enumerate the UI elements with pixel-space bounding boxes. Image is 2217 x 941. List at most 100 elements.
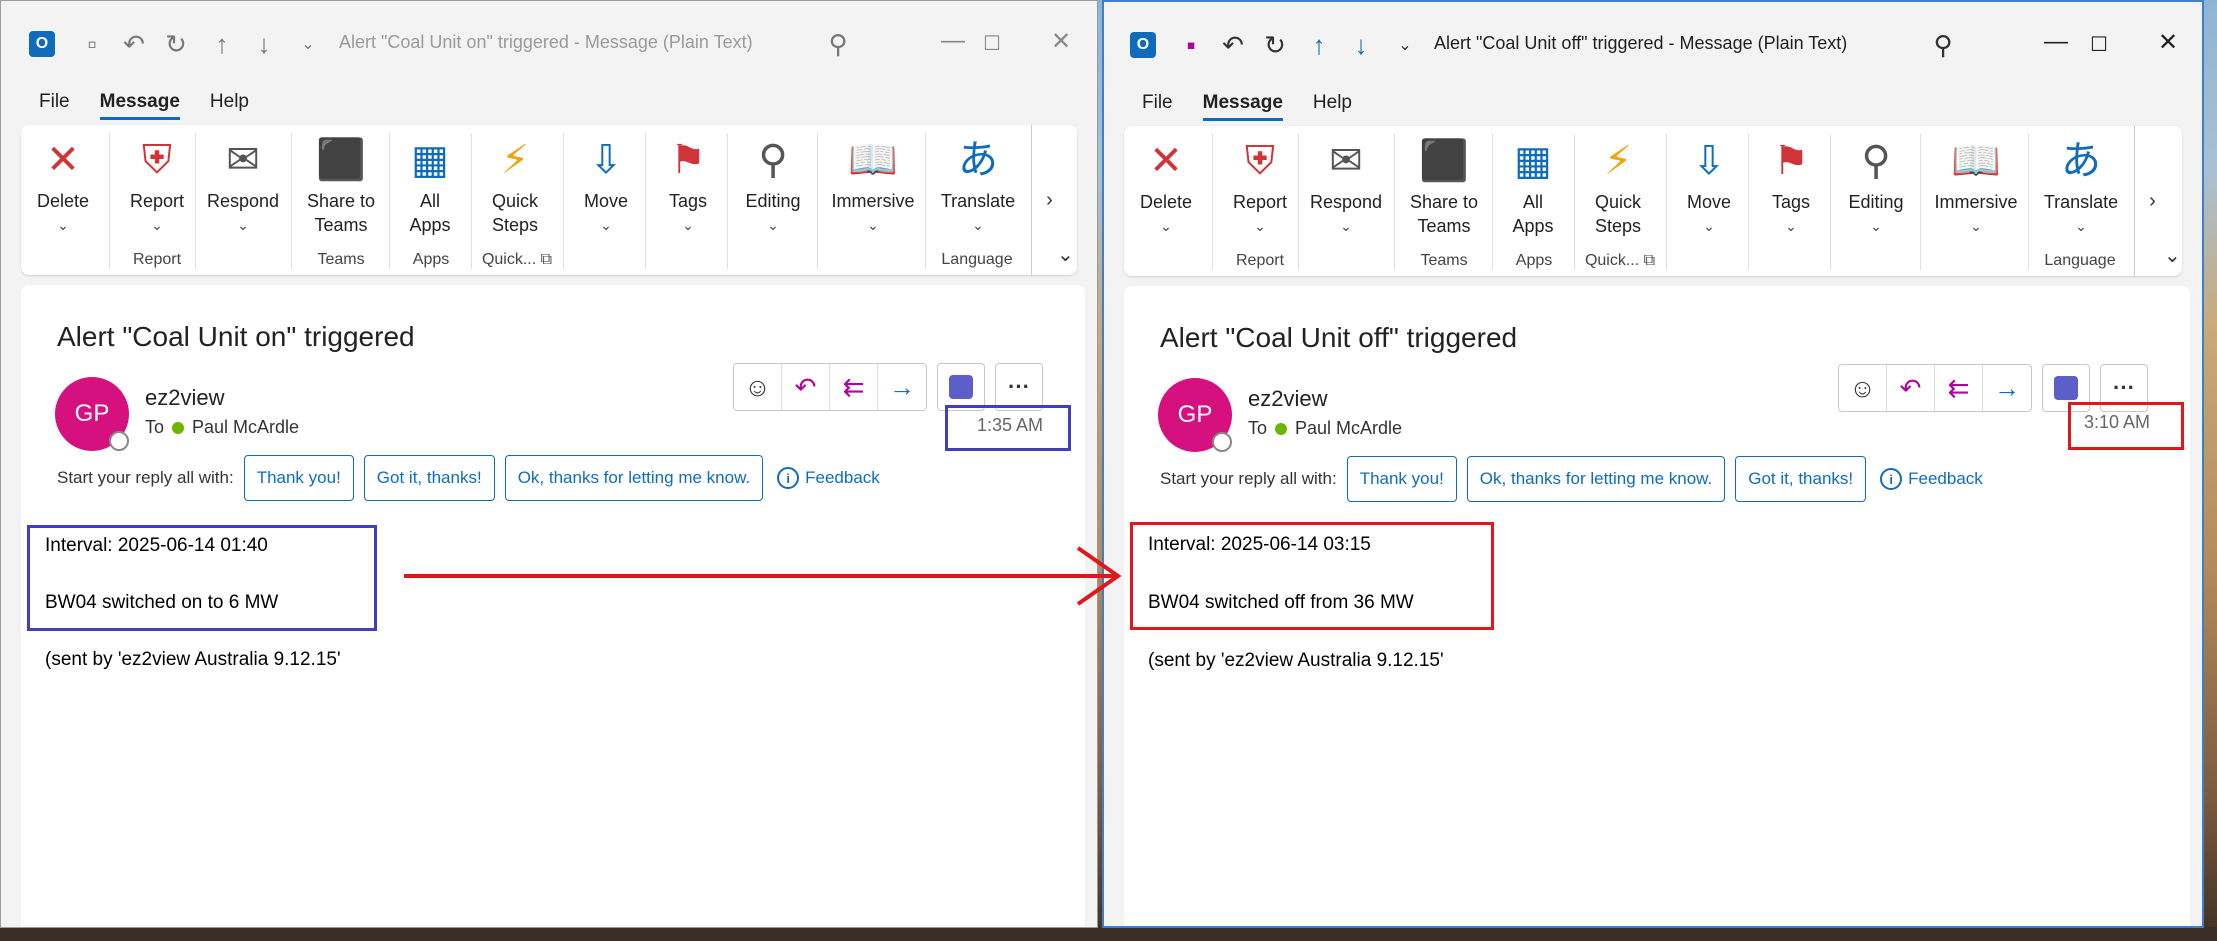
emoji-react-icon[interactable]: ☺ xyxy=(1839,365,1887,411)
translate-icon: あ xyxy=(2061,139,2101,183)
up-arrow-icon[interactable]: ↑ xyxy=(207,29,237,59)
all-apps-button[interactable]: ▦ All Apps xyxy=(1500,136,1566,238)
immersive-button[interactable]: 📖 Immersive ⌄ xyxy=(1928,136,2024,238)
delete-icon: ✕ xyxy=(1149,139,1183,183)
customize-toolbar-icon[interactable]: ⌄ xyxy=(293,29,323,59)
reply-all-icon[interactable]: ⇇ xyxy=(830,364,878,410)
translate-button[interactable]: あ Translate ⌄ xyxy=(2036,136,2126,238)
undo-icon[interactable]: ↶ xyxy=(1218,30,1248,60)
immersive-label: Immersive xyxy=(1934,192,2018,212)
reply-chip[interactable]: Thank you! xyxy=(1346,456,1457,502)
recipient-name[interactable]: Paul McArdle xyxy=(192,417,299,438)
sender-name[interactable]: ez2view xyxy=(145,385,224,411)
reply-chip[interactable]: Got it, thanks! xyxy=(1735,456,1867,502)
recipient-line: To Paul McArdle xyxy=(1248,418,1402,439)
up-arrow-icon[interactable]: ↑ xyxy=(1304,30,1334,60)
reply-all-icon[interactable]: ⇇ xyxy=(1935,365,1983,411)
more-options-icon[interactable]: ··· xyxy=(995,363,1043,411)
flag-icon: ⚑ xyxy=(670,138,706,182)
save-icon[interactable]: ▫ xyxy=(77,29,107,59)
report-button[interactable]: ⛨ Report ⌄ xyxy=(117,135,197,237)
editing-button[interactable]: ⚲ Editing ⌄ xyxy=(735,135,811,237)
editing-label: Editing xyxy=(745,191,801,211)
reply-icon[interactable]: ↶ xyxy=(782,364,830,410)
forward-icon[interactable]: → xyxy=(1983,365,2031,411)
apps-grid-icon: ▦ xyxy=(1514,139,1552,183)
menu-help[interactable]: Help xyxy=(210,91,249,120)
menu-message[interactable]: Message xyxy=(99,91,180,120)
quick-label-line2: Steps xyxy=(1594,216,1642,236)
envelope-reply-icon: ✉ xyxy=(226,138,260,182)
search-icon[interactable]: ⚲ xyxy=(823,29,853,59)
reply-chip[interactable]: Ok, thanks for letting me know. xyxy=(504,455,764,501)
redo-icon[interactable]: ↻ xyxy=(1260,30,1290,60)
menu-message[interactable]: Message xyxy=(1202,92,1283,121)
move-button[interactable]: ⇩ Move ⌄ xyxy=(1674,136,1744,238)
body-sent-by: (sent by 'ez2view Australia 9.12.15' xyxy=(45,649,341,670)
menu-help[interactable]: Help xyxy=(1313,92,1352,121)
reply-chip[interactable]: Thank you! xyxy=(243,455,354,501)
group-quick-steps[interactable]: Quick... ⧉ xyxy=(1580,252,1660,270)
title-bar[interactable]: O ▫ ↶ ↻ ↑ ↓ ⌄ Alert "Coal Unit on" trigg… xyxy=(1,1,1097,89)
suggested-replies: Start your reply all with: Thank you! Ok… xyxy=(1160,456,1983,502)
tags-button[interactable]: ⚑ Tags ⌄ xyxy=(653,135,723,237)
outlook-message-window-left[interactable]: O ▫ ↶ ↻ ↑ ↓ ⌄ Alert "Coal Unit on" trigg… xyxy=(0,0,1098,928)
menu-file[interactable]: File xyxy=(39,91,70,120)
reply-chip[interactable]: Ok, thanks for letting me know. xyxy=(1466,456,1726,502)
maximize-button[interactable]: ☐ xyxy=(2090,32,2108,57)
allapps-label-line2: Apps xyxy=(409,215,451,235)
undo-icon[interactable]: ↶ xyxy=(119,29,149,59)
respond-button[interactable]: ✉ Respond ⌄ xyxy=(203,135,283,237)
outlook-message-window-right[interactable]: O ▪ ↶ ↻ ↑ ↓ ⌄ Alert "Coal Unit off" trig… xyxy=(1102,0,2204,928)
group-quick-steps[interactable]: Quick... ⧉ xyxy=(477,251,557,269)
quick-steps-button[interactable]: ⚡ Quick Steps xyxy=(1582,136,1654,238)
share-to-teams-button[interactable]: ⬛ Share to Teams xyxy=(1402,136,1486,238)
editing-button[interactable]: ⚲ Editing ⌄ xyxy=(1838,136,1914,238)
recipient-presence-icon xyxy=(172,421,185,434)
report-button[interactable]: ⛨ Report ⌄ xyxy=(1220,136,1300,238)
close-button[interactable]: ✕ xyxy=(2158,28,2178,57)
to-label: To xyxy=(145,417,165,437)
menu-file[interactable]: File xyxy=(1142,92,1173,121)
share-teams-icon[interactable] xyxy=(937,363,985,411)
down-arrow-icon[interactable]: ↓ xyxy=(249,29,279,59)
search-icon[interactable]: ⚲ xyxy=(1928,30,1958,60)
translate-icon: あ xyxy=(958,138,998,182)
group-teams: Teams xyxy=(1420,252,1468,269)
sender-name[interactable]: ez2view xyxy=(1248,386,1327,412)
share-to-teams-button[interactable]: ⬛ Share to Teams xyxy=(299,135,383,237)
delete-button[interactable]: ✕ Delete ⌄ xyxy=(33,135,93,237)
quick-steps-button[interactable]: ⚡ Quick Steps xyxy=(479,135,551,237)
maximize-button[interactable]: ☐ xyxy=(983,31,1001,56)
forward-icon[interactable]: → xyxy=(878,364,926,410)
feedback-link[interactable]: i Feedback xyxy=(1880,468,1983,490)
all-apps-button[interactable]: ▦ All Apps xyxy=(397,135,463,237)
share-label-line1: Share to xyxy=(306,191,376,211)
minimize-button[interactable]: — xyxy=(2044,28,2068,56)
delete-label: Delete xyxy=(36,191,90,211)
delete-button[interactable]: ✕ Delete ⌄ xyxy=(1136,136,1196,238)
immersive-button[interactable]: 📖 Immersive ⌄ xyxy=(825,135,921,237)
move-button[interactable]: ⇩ Move ⌄ xyxy=(571,135,641,237)
translate-button[interactable]: あ Translate ⌄ xyxy=(933,135,1023,237)
recipient-name[interactable]: Paul McArdle xyxy=(1295,418,1402,439)
feedback-link[interactable]: i Feedback xyxy=(777,467,880,489)
minimize-button[interactable]: — xyxy=(941,27,965,55)
ribbon-collapse-chevron-icon[interactable]: ⌄ xyxy=(2164,243,2181,268)
down-arrow-icon[interactable]: ↓ xyxy=(1346,30,1376,60)
ribbon-collapse-chevron-icon[interactable]: ⌄ xyxy=(1057,242,1074,267)
emoji-react-icon[interactable]: ☺ xyxy=(734,364,782,410)
reply-icon[interactable]: ↶ xyxy=(1887,365,1935,411)
close-button[interactable]: ✕ xyxy=(1051,27,1071,56)
customize-toolbar-icon[interactable]: ⌄ xyxy=(1390,30,1420,60)
save-icon[interactable]: ▪ xyxy=(1176,30,1206,60)
group-report: Report xyxy=(132,251,182,268)
respond-button[interactable]: ✉ Respond ⌄ xyxy=(1306,136,1386,238)
tags-button[interactable]: ⚑ Tags ⌄ xyxy=(1756,136,1826,238)
reply-chip[interactable]: Got it, thanks! xyxy=(363,455,495,501)
group-report: Report xyxy=(1235,252,1285,269)
redo-icon[interactable]: ↻ xyxy=(161,29,191,59)
recipient-line: To Paul McArdle xyxy=(145,417,299,438)
title-bar[interactable]: O ▪ ↶ ↻ ↑ ↓ ⌄ Alert "Coal Unit off" trig… xyxy=(1104,2,2202,90)
immersive-reader-icon: 📖 xyxy=(848,138,898,182)
